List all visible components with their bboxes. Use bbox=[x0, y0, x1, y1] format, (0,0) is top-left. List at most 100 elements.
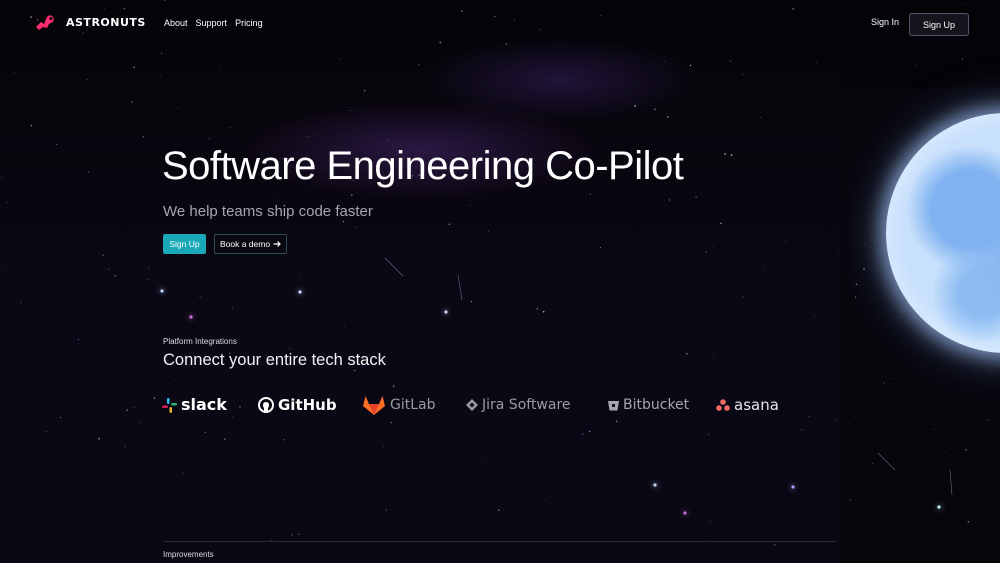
star bbox=[133, 406, 135, 409]
star bbox=[147, 278, 149, 280]
star bbox=[742, 296, 744, 298]
brand-gitlab: GitLab bbox=[362, 393, 436, 417]
star bbox=[224, 438, 226, 440]
star bbox=[182, 472, 184, 474]
star bbox=[643, 528, 644, 529]
star bbox=[636, 418, 638, 420]
star bbox=[343, 326, 345, 327]
star bbox=[390, 421, 393, 424]
main-nav: About Support Pricing bbox=[164, 18, 263, 28]
star bbox=[421, 350, 423, 351]
star bbox=[764, 266, 766, 268]
brand-logo[interactable]: ASTRONUTS bbox=[34, 13, 146, 31]
brand-gitlab-name: GitLab bbox=[390, 397, 436, 413]
star bbox=[581, 433, 584, 435]
star bbox=[229, 467, 231, 468]
nav-support[interactable]: Support bbox=[196, 18, 228, 28]
star bbox=[707, 331, 709, 332]
book-demo-label: Book a demo bbox=[219, 239, 271, 249]
star bbox=[145, 547, 146, 548]
hero-subtitle: We help teams ship code faster bbox=[163, 203, 373, 220]
bright-star bbox=[683, 511, 687, 515]
bright-star bbox=[444, 310, 448, 314]
star bbox=[298, 533, 300, 535]
sign-in-link[interactable]: Sign In bbox=[871, 17, 899, 27]
star bbox=[829, 281, 831, 283]
star bbox=[787, 557, 788, 559]
star bbox=[153, 397, 156, 399]
star bbox=[470, 300, 473, 303]
star bbox=[2, 269, 4, 271]
sign-up-button[interactable]: Sign Up bbox=[909, 13, 969, 36]
brand-github-name: GitHub bbox=[278, 396, 337, 414]
star bbox=[239, 406, 241, 408]
star bbox=[758, 367, 760, 368]
star bbox=[460, 487, 461, 488]
bright-star bbox=[189, 315, 193, 319]
nav-pricing[interactable]: Pricing bbox=[235, 18, 263, 28]
star bbox=[60, 416, 62, 419]
hero-sign-up-button[interactable]: Sign Up bbox=[163, 234, 206, 254]
star bbox=[450, 415, 452, 417]
section-divider bbox=[163, 541, 837, 542]
brand-slack-name: slack bbox=[181, 395, 227, 414]
nav-about[interactable]: About bbox=[164, 18, 188, 28]
star bbox=[28, 279, 30, 281]
star bbox=[203, 348, 204, 350]
github-icon bbox=[258, 397, 274, 413]
star bbox=[174, 379, 176, 380]
brand-github: GitHub bbox=[258, 393, 337, 417]
star bbox=[742, 417, 744, 419]
brand-jira-name: Jira Software bbox=[482, 397, 571, 413]
star bbox=[383, 446, 384, 448]
star bbox=[545, 499, 547, 501]
star bbox=[232, 416, 234, 418]
star bbox=[536, 307, 539, 310]
star bbox=[371, 297, 373, 299]
star bbox=[789, 398, 791, 399]
bright-star bbox=[160, 289, 164, 293]
star bbox=[124, 445, 126, 448]
star bbox=[114, 275, 116, 277]
star bbox=[606, 371, 607, 372]
star bbox=[767, 333, 768, 335]
improvements-label: Improvements bbox=[163, 550, 214, 559]
star bbox=[585, 371, 587, 373]
integrations-label: Platform Integrations bbox=[163, 337, 237, 346]
star bbox=[481, 459, 483, 461]
star bbox=[774, 544, 776, 546]
star bbox=[45, 431, 48, 433]
star bbox=[319, 515, 321, 516]
asana-icon bbox=[716, 399, 730, 411]
star bbox=[542, 310, 545, 313]
star bbox=[108, 268, 110, 270]
bright-star bbox=[298, 290, 302, 294]
star bbox=[139, 422, 141, 424]
brand-bitbucket: Bitbucket bbox=[608, 393, 689, 417]
star bbox=[800, 429, 803, 431]
star bbox=[676, 522, 678, 524]
star bbox=[250, 439, 252, 441]
star bbox=[98, 437, 100, 440]
book-demo-button[interactable]: Book a demo bbox=[214, 234, 287, 254]
brand-name: ASTRONUTS bbox=[66, 15, 146, 29]
bright-star bbox=[653, 483, 657, 487]
star bbox=[522, 326, 524, 327]
star bbox=[354, 369, 356, 372]
star bbox=[232, 307, 234, 309]
bright-star bbox=[791, 485, 795, 489]
bitbucket-icon bbox=[608, 400, 619, 410]
star bbox=[243, 453, 245, 454]
star bbox=[808, 415, 810, 418]
star bbox=[20, 301, 22, 304]
brand-asana: asana bbox=[716, 393, 779, 417]
star bbox=[490, 315, 491, 316]
star bbox=[362, 345, 364, 347]
star bbox=[616, 420, 618, 422]
brand-bitbucket-name: Bitbucket bbox=[623, 397, 690, 413]
star bbox=[77, 338, 80, 341]
constellation-line bbox=[457, 274, 463, 301]
hero-title: Software Engineering Co-Pilot bbox=[162, 144, 684, 188]
constellation-line bbox=[384, 257, 404, 277]
star bbox=[300, 274, 302, 276]
